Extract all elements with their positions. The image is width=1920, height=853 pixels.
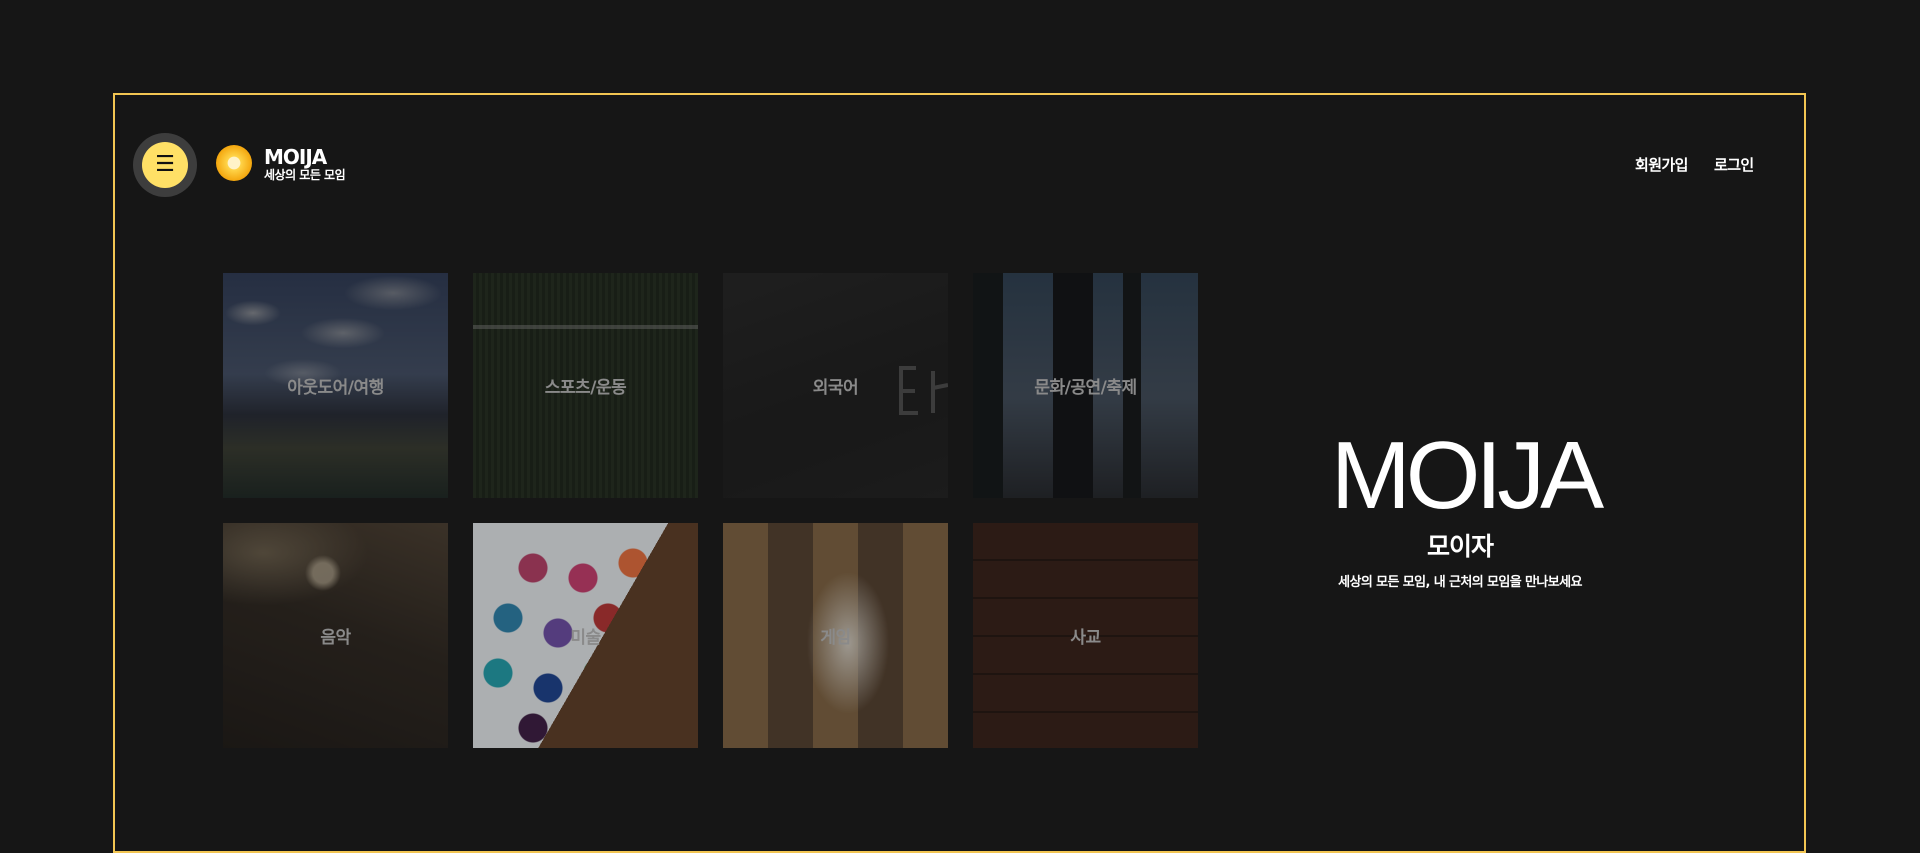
category-label: 사교 (1070, 628, 1101, 648)
login-link[interactable]: 로그인 (1714, 154, 1754, 175)
category-label: 스포츠/운동 (544, 378, 627, 398)
category-tile-art[interactable]: 미술 (473, 523, 698, 748)
brand-subtitle: 세상의 모든 모임 (264, 168, 346, 182)
category-label: 문화/공연/축제 (1034, 378, 1137, 398)
category-tile-game[interactable]: 게임 (723, 523, 948, 748)
category-label: 외국어 (812, 378, 859, 398)
signup-link[interactable]: 회원가입 (1635, 154, 1688, 175)
hero-title: MOIJA (1330, 422, 1604, 529)
brand-title[interactable]: MOIJA (264, 146, 327, 168)
category-tile-culture[interactable]: 문화/공연/축제 (973, 273, 1198, 498)
category-label: 미술 (570, 628, 601, 648)
category-label: 음악 (320, 628, 351, 648)
sun-logo-icon[interactable] (216, 145, 252, 181)
hero-description: 세상의 모든 모임, 내 근처의 모임을 만나보세요 (1338, 575, 1582, 590)
category-tile-music[interactable]: 음악 (223, 523, 448, 748)
category-tile-outdoor[interactable]: 아웃도어/여행 (223, 273, 448, 498)
hamburger-icon: ☰ (142, 142, 188, 188)
menu-button[interactable]: ☰ (133, 133, 197, 197)
category-label: 아웃도어/여행 (287, 378, 384, 398)
category-tile-social[interactable]: 사교 (973, 523, 1198, 748)
hero-subtitle: 모이자 (1426, 532, 1494, 561)
category-label: 게임 (820, 628, 851, 648)
category-tile-sports[interactable]: 스포츠/운동 (473, 273, 698, 498)
category-tile-language[interactable]: 외국어 (723, 273, 948, 498)
